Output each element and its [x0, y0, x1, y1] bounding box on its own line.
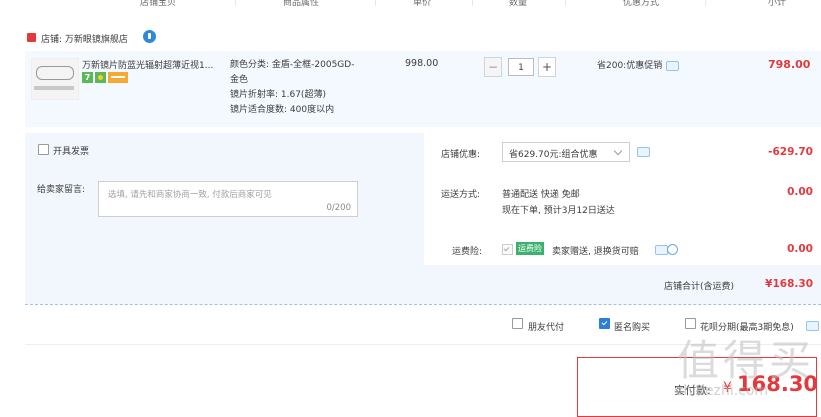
- shipping-eta: 现在下单, 预计3月12日送达: [502, 206, 615, 216]
- promo-message-icon[interactable]: [666, 60, 680, 71]
- credit-card-icon: [108, 72, 128, 83]
- column-divider: [235, 0, 236, 6]
- invoice-label: 开具发票: [53, 147, 90, 157]
- column-header-subtotal: 小计: [768, 0, 787, 8]
- promotion-text: 省200:优惠促销: [597, 61, 663, 71]
- seller-message-input[interactable]: 选填, 请先和商家协商一致, 付款后商家可见 0/200: [98, 181, 358, 217]
- shipping-fee: 0.00: [787, 186, 813, 198]
- attr-refractive-index: 镜片折射率: 1.67(超薄): [230, 90, 326, 100]
- column-header-unit-price: 单价: [413, 0, 432, 8]
- column-divider: [472, 0, 473, 6]
- insurance-text: 卖家赠送, 退换货可赔: [552, 247, 639, 257]
- column-header: 店铺宝贝 商品属性 单价 数量 优惠方式 小计: [0, 0, 821, 8]
- column-divider: [375, 0, 376, 6]
- shop-discount-label: 店铺优惠:: [441, 150, 481, 160]
- anonymous-label: 匿名购买: [614, 323, 651, 333]
- invoice-checkbox[interactable]: [38, 144, 49, 155]
- quantity-input[interactable]: 1: [508, 58, 534, 76]
- watermark-url: zhidezhi.com: [676, 383, 769, 399]
- shop-chat-icon[interactable]: [143, 30, 156, 43]
- product-title-link[interactable]: 万新镜片防蓝光辐射超薄近视1...: [82, 58, 213, 71]
- column-divider: [565, 0, 566, 6]
- chevron-down-icon: [613, 146, 623, 156]
- column-header-discount: 优惠方式: [623, 0, 660, 8]
- dashed-divider: [25, 304, 821, 305]
- anonymous-checkbox[interactable]: [599, 318, 610, 329]
- help-icon[interactable]: [667, 244, 678, 255]
- insurance-checkbox[interactable]: [502, 244, 513, 255]
- discount-message-icon[interactable]: [637, 147, 650, 157]
- shipping-label: 运送方式:: [441, 190, 481, 200]
- message-placeholder: 选填, 请先和商家协商一致, 付款后商家可见: [108, 190, 272, 200]
- column-header-quantity: 数量: [509, 0, 528, 8]
- item-subtotal: 798.00: [768, 58, 811, 71]
- shop-discount-select[interactable]: 省629.70元:组合优惠: [502, 142, 630, 162]
- shop-total-value: ¥168.30: [765, 278, 813, 290]
- thumbnail-caption: [34, 86, 74, 90]
- message-char-count: 0/200: [326, 203, 352, 213]
- attr-color-cont: 金色: [230, 75, 249, 85]
- guarantee-icon: [95, 72, 106, 83]
- attr-degree-range: 镜片适合度数: 400度以内: [230, 105, 335, 115]
- decrease-qty-button[interactable]: −: [484, 57, 502, 77]
- shipping-method: 普通配送 快递 免邮: [502, 190, 580, 200]
- column-header-shop-item: 店铺宝贝: [140, 0, 177, 8]
- column-divider: [705, 0, 706, 6]
- shop-icon: [27, 33, 36, 42]
- watermark-logo: 值得买: [677, 336, 816, 385]
- attr-color: 颜色分类: 金盾-全框-2005GD-: [230, 60, 355, 70]
- glasses-icon: [36, 66, 74, 80]
- insurance-label: 运费险:: [452, 247, 483, 257]
- insurance-fee: 0.00: [787, 243, 813, 255]
- increase-qty-button[interactable]: +: [538, 57, 556, 77]
- insurance-badge: 运费险: [516, 242, 544, 255]
- service-badges: 7: [82, 72, 130, 83]
- product-attributes: 颜色分类: 金盾-全框-2005GD- 金色 镜片折射率: 1.67(超薄) 镜…: [230, 58, 354, 118]
- promotion-info: 省200:优惠促销: [597, 58, 680, 71]
- shop-total-label: 店铺合计(含运费): [664, 282, 735, 292]
- friend-pay-checkbox[interactable]: [512, 318, 523, 329]
- shop-discount-value: 省629.70元:组合优惠: [509, 150, 598, 160]
- message-label: 给卖家留言:: [37, 185, 86, 195]
- column-header-attributes: 商品属性: [283, 0, 320, 8]
- shop-name-link[interactable]: 店铺: 万新眼镜旗舰店: [41, 32, 128, 45]
- shop-discount-amount: -629.70: [768, 146, 813, 158]
- seven-day-return-badge: 7: [82, 72, 93, 83]
- unit-price: 998.00: [405, 58, 439, 69]
- friend-pay-label: 朋友代付: [528, 323, 565, 333]
